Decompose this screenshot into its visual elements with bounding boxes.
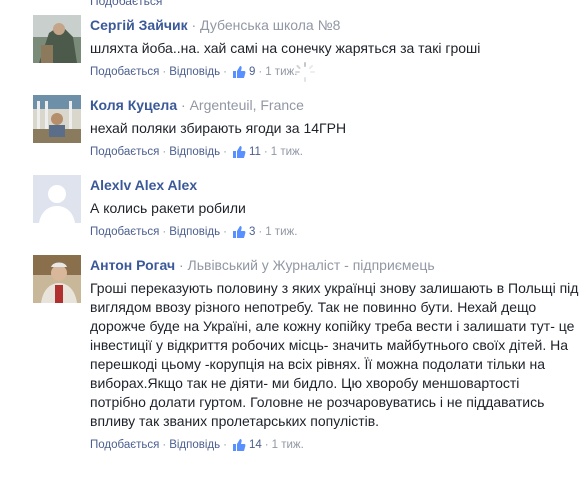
thumbs-up-icon[interactable] <box>232 145 246 159</box>
like-link[interactable]: Подобається <box>90 64 159 80</box>
like-link[interactable]: Подобається <box>90 224 159 240</box>
comment-2: Коля Куцела · Argenteuil, France нехай п… <box>0 88 585 168</box>
comment-text: Гроші переказують половину з яких україн… <box>90 280 579 429</box>
separator: · <box>223 226 227 238</box>
author-name[interactable]: Alexlv Alex Alex <box>90 177 197 193</box>
comment-header: Alexlv Alex Alex <box>90 176 579 194</box>
comment-1: Сергій Зайчик · Дубенська школа №8 шляхт… <box>0 8 585 88</box>
author-name[interactable]: Антон Рогач <box>90 257 175 273</box>
timestamp[interactable]: 1 тиж. <box>271 144 303 160</box>
comment-text: А колись ракети робили <box>90 200 246 216</box>
reply-link[interactable]: Відповідь <box>169 144 220 160</box>
author-affiliation[interactable]: Львівський у Журналіст - підприємець <box>188 257 435 273</box>
comment-actions: Подобається · Відповідь · 3 · 1 тиж. <box>90 224 579 240</box>
comment-header: Антон Рогач · Львівський у Журналіст - п… <box>90 256 579 274</box>
reply-link[interactable]: Відповідь <box>169 64 220 80</box>
separator: · <box>191 17 197 33</box>
separator: · <box>258 66 263 78</box>
comment-text: нехай поляки збирають ягоди за 14ГРН <box>90 120 347 136</box>
thumbs-up-icon[interactable] <box>232 65 246 79</box>
avatar[interactable] <box>33 175 81 223</box>
reply-link[interactable]: Відповідь <box>169 224 220 240</box>
thumbs-up-icon[interactable] <box>232 438 246 452</box>
separator: · <box>181 97 186 113</box>
separator: · <box>162 439 167 451</box>
comment-4: Антон Рогач · Львівський у Журналіст - п… <box>0 248 585 483</box>
separator: · <box>223 146 227 158</box>
like-count[interactable]: 14 <box>249 437 262 453</box>
like-count[interactable]: 9 <box>249 64 255 80</box>
reply-link[interactable]: Відповідь <box>169 437 220 453</box>
comment-actions: Подобається · Відповідь · 9 · 1 тиж. <box>90 64 579 80</box>
separator: · <box>264 439 269 451</box>
thumbs-up-icon[interactable] <box>232 225 246 239</box>
comment-text: шляхта йоба..на. хай самі на сонечку жар… <box>90 40 481 56</box>
partial-like-link[interactable]: Подобається <box>90 0 162 8</box>
timestamp[interactable]: 1 тиж. <box>265 224 297 240</box>
timestamp[interactable]: 1 тиж. <box>272 437 304 453</box>
comment-actions: Подобається · Відповідь · 14 · 1 тиж. <box>90 437 579 453</box>
separator: · <box>258 226 263 238</box>
loading-spinner-icon <box>294 61 316 83</box>
separator: · <box>223 66 227 78</box>
separator: · <box>162 146 167 158</box>
comment-header: Сергій Зайчик · Дубенська школа №8 <box>90 16 579 34</box>
author-affiliation[interactable]: Дубенська школа №8 <box>200 17 340 33</box>
author-name[interactable]: Коля Куцела <box>90 97 177 113</box>
author-affiliation[interactable]: Argenteuil, France <box>190 97 304 113</box>
like-link[interactable]: Подобається <box>90 437 159 453</box>
avatar[interactable] <box>33 95 81 143</box>
avatar[interactable] <box>33 255 81 303</box>
separator: · <box>223 439 227 451</box>
like-count[interactable]: 3 <box>249 224 255 240</box>
separator: · <box>178 257 184 273</box>
comment-3: Alexlv Alex Alex А колись ракети робили … <box>0 168 585 248</box>
separator: · <box>263 146 268 158</box>
comment-header: Коля Куцела · Argenteuil, France <box>90 96 579 114</box>
timestamp[interactable]: 1 тиж. <box>265 64 297 80</box>
author-name[interactable]: Сергій Зайчик <box>90 17 188 33</box>
partial-comment-actions: Подобається <box>90 0 162 8</box>
separator: · <box>162 66 167 78</box>
comment-actions: Подобається · Відповідь · 11 · 1 тиж. <box>90 144 579 160</box>
like-link[interactable]: Подобається <box>90 144 159 160</box>
separator: · <box>162 226 167 238</box>
avatar[interactable] <box>33 15 81 63</box>
like-count[interactable]: 11 <box>249 144 261 160</box>
